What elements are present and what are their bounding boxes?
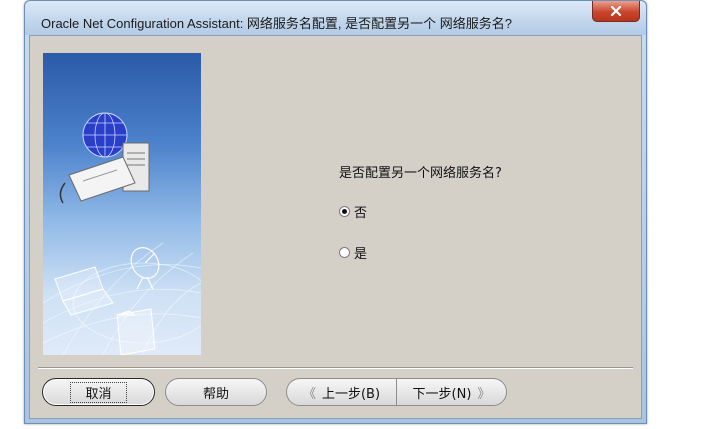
dialog-body: 是否配置另一个网络服务名? 否 是 取消 帮助 《 上一步(B) 下一步(N) … [29,35,642,419]
radio-no-button[interactable] [339,206,350,217]
cancel-button[interactable]: 取消 [42,378,155,406]
window-title: Oracle Net Configuration Assistant: 网络服务… [41,16,512,31]
help-button[interactable]: 帮助 [165,378,267,406]
next-button-label: 下一步(N) [412,386,472,402]
help-button-label: 帮助 [202,386,229,402]
title-bar[interactable]: Oracle Net Configuration Assistant: 网络服务… [25,1,646,35]
back-button-label: 上一步(B) [321,386,381,402]
radio-yes-button[interactable] [339,247,350,258]
radio-option-yes[interactable]: 是 [339,243,367,262]
close-icon [610,5,622,17]
folder-icon [116,308,156,355]
radio-option-no[interactable]: 否 [339,202,367,221]
next-arrow-icon: 》 [477,386,491,402]
dialog-window: Oracle Net Configuration Assistant: 网络服务… [24,0,647,424]
cancel-button-label: 取消 [70,381,127,403]
radio-yes-label: 是 [354,247,368,262]
back-button[interactable]: 《 上一步(B) [286,378,397,406]
question-label: 是否配置另一个网络服务名? [339,166,502,181]
button-separator [38,367,633,369]
wizard-side-image [43,53,201,355]
radio-no-label: 否 [354,206,368,221]
globe-icon [82,112,128,158]
close-button[interactable] [592,1,640,22]
back-arrow-icon: 《 [302,386,316,402]
next-button[interactable]: 下一步(N) 》 [396,378,507,406]
